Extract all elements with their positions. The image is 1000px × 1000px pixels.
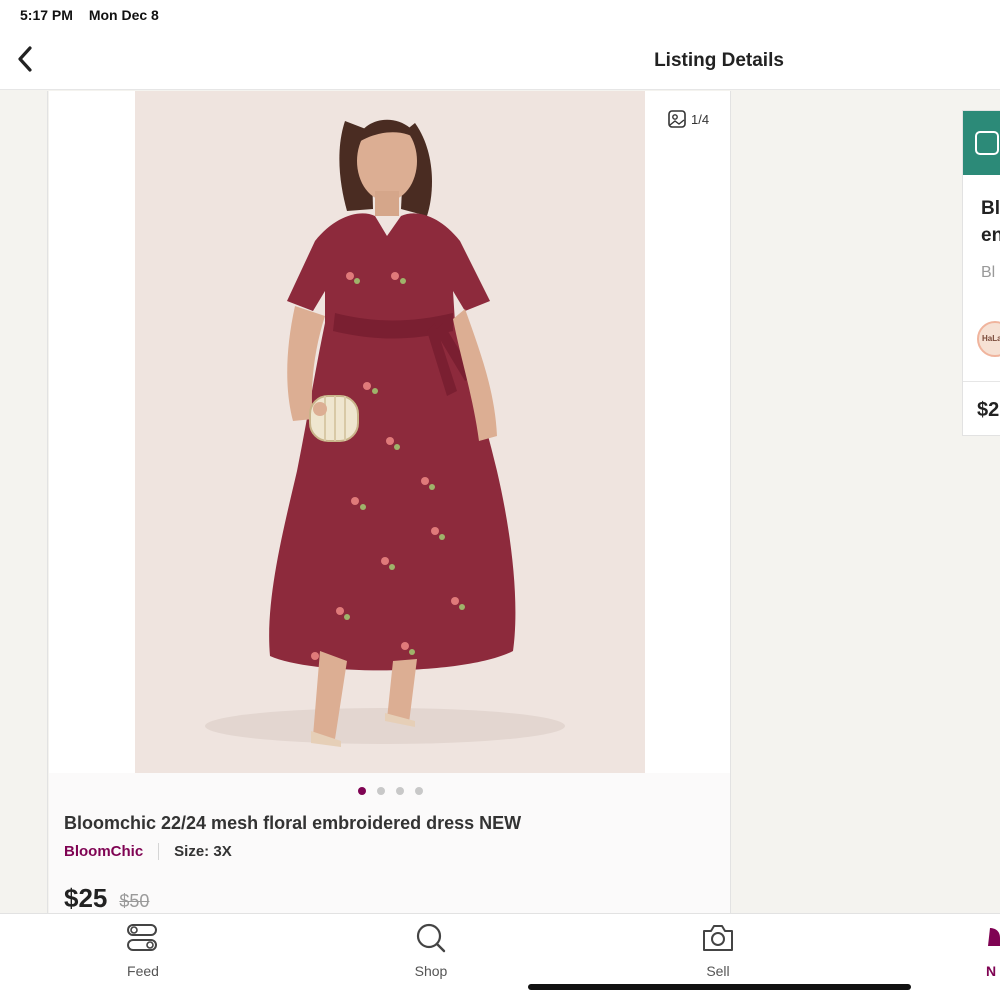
side-card-price: $2 xyxy=(977,399,1000,421)
page-title: Listing Details xyxy=(654,50,784,71)
status-date: Mon Dec 8 xyxy=(88,7,159,23)
carousel-dots xyxy=(49,787,730,795)
photo-carousel[interactable]: 1/4 xyxy=(49,91,730,773)
tab-shop-label: Shop xyxy=(414,963,448,979)
photo-counter-text: 1/4 xyxy=(691,111,710,127)
left-gutter xyxy=(0,91,48,913)
brand-link[interactable]: BloomChic xyxy=(64,843,160,860)
add-icon xyxy=(975,131,999,155)
photo-counter: 1/4 xyxy=(667,109,709,129)
seller-avatar[interactable]: HaLa xyxy=(977,321,1000,357)
side-card-divider xyxy=(963,381,1000,382)
tab-notifications-label: N xyxy=(986,963,997,979)
listing-title: Bloomchic 22/24 mesh floral embroidered … xyxy=(64,813,522,833)
dress-photo-illustration xyxy=(205,119,565,747)
gallery-icon xyxy=(668,110,686,128)
chevron-left-icon xyxy=(18,46,32,72)
listing-price: $25 xyxy=(64,883,108,913)
feed-icon xyxy=(127,924,157,951)
carousel-dot[interactable] xyxy=(357,787,366,795)
tab-sell-label: Sell xyxy=(706,963,730,979)
camera-icon xyxy=(703,925,733,951)
back-button[interactable] xyxy=(10,44,40,74)
home-indicator xyxy=(528,984,911,990)
search-icon xyxy=(416,923,446,953)
side-card-brand: Bl xyxy=(981,264,996,281)
tab-feed-label: Feed xyxy=(127,963,159,979)
tab-feed[interactable]: Feed xyxy=(93,920,193,979)
tab-notifications[interactable]: N xyxy=(950,920,1000,979)
side-card-header xyxy=(963,111,1000,175)
size-label: Size: 3X xyxy=(174,843,232,860)
price-row: $25 $50 xyxy=(64,883,149,913)
carousel-dot[interactable] xyxy=(376,787,385,795)
listing-meta: BloomChic Size: 3X xyxy=(64,843,232,860)
bell-icon xyxy=(988,928,1000,946)
nav-bar: Listing Details xyxy=(0,32,1000,90)
listing-card: 1/4 Bloomchic 22/24 mesh floral embroide… xyxy=(49,91,731,913)
side-listing-card[interactable]: Bl en Bl HaLa $2 xyxy=(962,110,1000,436)
listing-photo[interactable] xyxy=(135,91,645,773)
carousel-dot[interactable] xyxy=(395,787,404,795)
status-time: 5:17 PM xyxy=(20,7,73,23)
tab-sell[interactable]: Sell xyxy=(668,920,768,979)
status-bar: 5:17 PM Mon Dec 8 xyxy=(0,0,1000,32)
tab-shop[interactable]: Shop xyxy=(381,920,481,979)
carousel-dot[interactable] xyxy=(414,787,423,795)
side-card-title: Bl en xyxy=(981,198,1000,246)
original-price: $50 xyxy=(119,891,150,911)
